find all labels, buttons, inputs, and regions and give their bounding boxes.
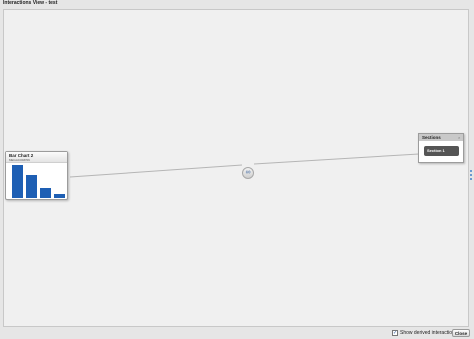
section-item-label: Section 1 bbox=[427, 148, 445, 153]
show-derived-checkbox[interactable]: ✓ bbox=[392, 330, 398, 336]
thumbnail-bar bbox=[12, 165, 23, 198]
close-icon[interactable]: × bbox=[458, 135, 460, 140]
grip-dot bbox=[470, 174, 472, 176]
sections-card-title: Sections bbox=[422, 135, 441, 140]
bar-chart-card-subtitle: MEGACORP09 bbox=[9, 158, 30, 162]
sections-card-header: Sections × bbox=[419, 134, 463, 141]
show-derived-label: Show derived interactions bbox=[400, 330, 458, 336]
window-title: Interactions View - test bbox=[3, 0, 58, 6]
thumbnail-bar bbox=[40, 188, 51, 198]
link-icon: ∞ bbox=[245, 169, 251, 176]
close-button-label: Close bbox=[454, 331, 468, 336]
grip-dot bbox=[470, 178, 472, 180]
connection-lines bbox=[69, 153, 420, 178]
interactions-canvas[interactable]: ∞ bbox=[3, 9, 469, 327]
section-item[interactable]: Section 1 bbox=[424, 146, 459, 156]
thumbnail-bar bbox=[26, 175, 37, 198]
side-grip-handle[interactable] bbox=[470, 170, 473, 184]
check-icon: ✓ bbox=[393, 330, 398, 336]
interaction-line-left bbox=[69, 164, 243, 178]
bar-chart-card[interactable]: Bar Chart 2 MEGACORP09 bbox=[5, 151, 68, 200]
close-button[interactable]: Close bbox=[452, 329, 470, 337]
window-titlebar: Interactions View - test bbox=[0, 0, 474, 8]
interaction-link-node[interactable]: ∞ bbox=[242, 167, 254, 179]
grip-dot bbox=[470, 170, 472, 172]
thumbnail-bar bbox=[54, 194, 65, 198]
interaction-line-right bbox=[253, 153, 420, 165]
sections-card[interactable]: Sections × Section 1 bbox=[418, 133, 464, 163]
bar-chart-card-header: Bar Chart 2 MEGACORP09 bbox=[6, 152, 67, 163]
